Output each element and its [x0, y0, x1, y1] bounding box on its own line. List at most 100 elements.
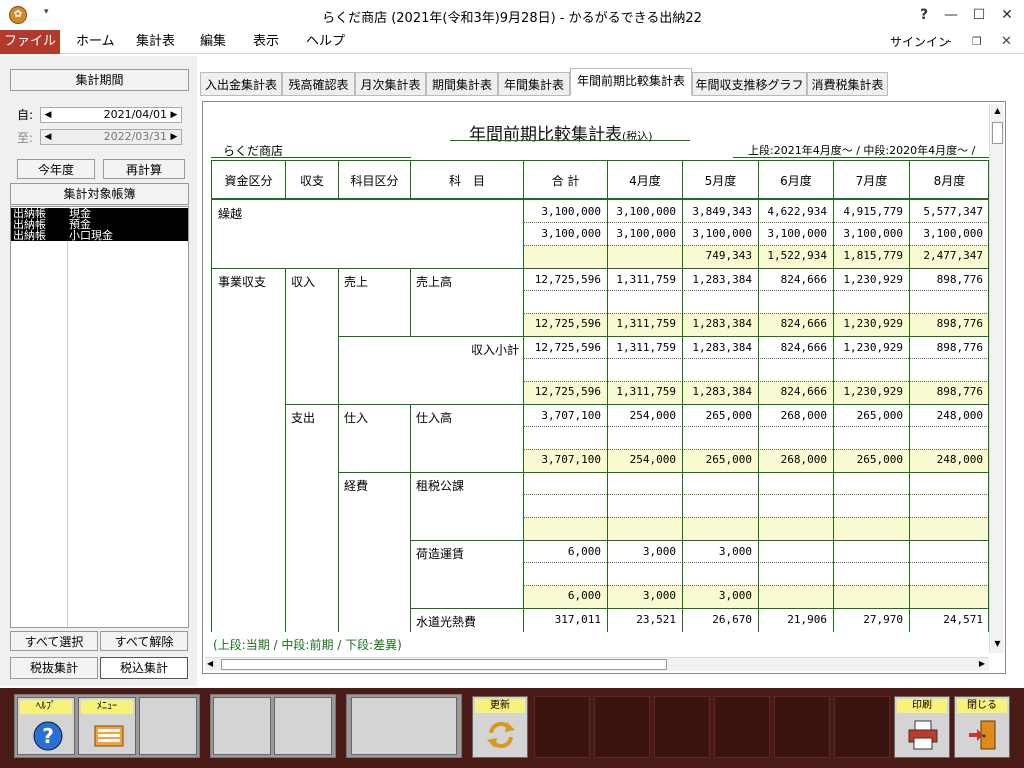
from-date-value: 2021/04/01	[103, 108, 167, 121]
table-cell: 3,100,000	[616, 205, 676, 218]
table-cell: 1,311,759	[616, 317, 676, 330]
table-cell: 1,230,929	[843, 341, 903, 354]
tab-monthly[interactable]: 月次集計表	[355, 72, 426, 96]
scroll-down-icon[interactable]: ▼	[992, 639, 1003, 651]
income-label: 収入	[291, 275, 316, 289]
printer-icon	[907, 719, 939, 751]
help-button[interactable]: ﾍﾙﾌﾟ ?	[17, 697, 75, 755]
close-button[interactable]: 閉じる	[954, 696, 1010, 758]
recalc-button[interactable]: 再計算	[103, 159, 185, 179]
menu-view[interactable]: 表示	[253, 30, 279, 54]
table-cell: 21,906	[787, 613, 827, 626]
tax-included-button[interactable]: 税込集計	[100, 657, 188, 679]
print-button[interactable]: 印刷	[894, 696, 950, 758]
table-cell: 3,707,100	[541, 409, 601, 422]
table-cell: 265,000	[705, 453, 752, 466]
empty-slot	[834, 696, 890, 758]
button-group	[346, 694, 462, 758]
header-cell: 6月度	[758, 160, 833, 200]
menu-home[interactable]: ホーム	[76, 30, 115, 54]
from-label: 自:	[17, 108, 34, 122]
select-all-button[interactable]: すべて選択	[10, 631, 98, 651]
table-cell: 1,522,934	[767, 249, 827, 262]
purchase-category-label: 仕入	[344, 411, 369, 425]
exit-door-icon	[967, 719, 999, 751]
table-cell: 3,100,000	[616, 227, 676, 240]
report-table: 資金区分 収支 科目区分 科 目 合 計 4月度 5月度 6月度 7月度 8月度…	[211, 160, 989, 632]
table-cell: 3,000	[718, 589, 752, 602]
deselect-all-button[interactable]: すべて解除	[100, 631, 188, 651]
table-cell: 248,000	[936, 409, 983, 422]
horizontal-scrollbar[interactable]: ◀ ▶	[205, 657, 989, 671]
tax-excluded-button[interactable]: 税抜集計	[10, 657, 98, 679]
table-cell: 265,000	[856, 409, 903, 422]
refresh-button[interactable]: 更新	[472, 696, 528, 758]
scroll-thumb[interactable]	[992, 122, 1003, 144]
from-date-field[interactable]: ◀ 2021/04/01 ▶	[40, 107, 182, 123]
menu-help[interactable]: ヘルプ	[306, 30, 345, 54]
close-window-icon[interactable]: ✕	[996, 4, 1018, 26]
tab-period[interactable]: 期間集計表	[426, 72, 498, 96]
table-cell: 1,283,384	[692, 385, 752, 398]
table-cell: 2,477,347	[923, 249, 983, 262]
next-arrow-icon[interactable]: ▶	[168, 108, 180, 122]
ribbon-minimize-icon[interactable]: –	[945, 30, 952, 54]
table-cell: 898,776	[936, 317, 983, 330]
empty-slot	[714, 696, 770, 758]
menu-edit[interactable]: 編集	[200, 30, 226, 54]
tab-annual[interactable]: 年間集計表	[498, 72, 570, 96]
menu-summary[interactable]: 集計表	[136, 30, 175, 54]
menu-file[interactable]: ファイル	[0, 30, 60, 54]
scroll-right-icon[interactable]: ▶	[979, 659, 985, 668]
table-cell: 26,670	[712, 613, 752, 626]
scroll-left-icon[interactable]: ◀	[207, 659, 213, 668]
header-cell: 8月度	[909, 160, 988, 200]
row-legend: (上段:当期 / 中段:前期 / 下段:差異)	[213, 638, 402, 652]
scroll-up-icon[interactable]: ▲	[992, 106, 1003, 118]
tab-consumption-tax[interactable]: 消費税集計表	[807, 72, 888, 96]
table-cell: 27,970	[863, 613, 903, 626]
help-icon[interactable]: ?	[913, 4, 935, 26]
table-cell: 265,000	[705, 409, 752, 422]
table-cell: 898,776	[936, 385, 983, 398]
table-cell: 1,230,929	[843, 317, 903, 330]
menu-bar: ファイル ホーム 集計表 編集 表示 ヘルプ サインイン – ❐ ✕	[0, 30, 1024, 54]
ledger-list	[10, 206, 189, 628]
table-cell: 4,915,779	[843, 205, 903, 218]
header-cell: 資金区分	[211, 160, 285, 200]
report-tabs: 入出金集計表 残高確認表 月次集計表 期間集計表 年間集計表 年間前期比較集計表…	[197, 66, 1024, 96]
signin-link[interactable]: サインイン	[890, 30, 950, 54]
table-cell: 824,666	[780, 273, 827, 286]
prev-arrow-icon: ◀	[44, 132, 52, 142]
ribbon-restore-icon[interactable]: ❐	[972, 30, 982, 54]
button-group: ﾍﾙﾌﾟ ? ﾒﾆｭｰ	[14, 694, 200, 758]
maximize-icon[interactable]: ☐	[968, 4, 990, 26]
expense-label: 支出	[291, 411, 316, 425]
tab-annual-graph[interactable]: 年間収支推移グラフ	[692, 72, 807, 96]
ribbon-close-icon[interactable]: ✕	[1001, 30, 1012, 54]
period-title-button[interactable]: 集計期間	[10, 69, 189, 91]
minimize-icon[interactable]: —	[940, 4, 962, 26]
list-item[interactable]: 出納帳 小口現金	[11, 230, 188, 241]
utilities-label: 水道光熱費	[416, 615, 477, 629]
table-cell: 1,311,759	[616, 273, 676, 286]
table-cell: 268,000	[780, 409, 827, 422]
table-cell: 824,666	[780, 317, 827, 330]
sales-label: 売上高	[416, 275, 453, 289]
tab-balance[interactable]: 残高確認表	[282, 72, 355, 96]
prev-arrow-icon[interactable]: ◀	[42, 108, 54, 122]
tab-annual-comparison[interactable]: 年間前期比較集計表	[570, 68, 692, 96]
this-year-button[interactable]: 今年度	[17, 159, 95, 179]
scroll-thumb[interactable]	[221, 659, 667, 670]
table-cell: 3,000	[642, 545, 676, 558]
to-date-field: ◀ 2022/03/31 ▶	[40, 129, 182, 145]
header-cell: 7月度	[833, 160, 909, 200]
vertical-scrollbar[interactable]: ▲ ▼	[989, 104, 1004, 653]
table-cell: 12,725,596	[534, 317, 601, 330]
menu-button[interactable]: ﾒﾆｭｰ	[78, 697, 136, 755]
report-area: 年間前期比較集計表(税込) らくだ商店 上段:2021年4月度～ / 中段:20…	[202, 101, 1006, 674]
table-cell: 898,776	[936, 341, 983, 354]
ledger-title-button[interactable]: 集計対象帳簿	[10, 183, 189, 205]
tab-cashflow[interactable]: 入出金集計表	[200, 72, 282, 96]
left-panel: 集計期間 自: ◀ 2021/04/01 ▶ 至: ◀ 2022/03/31 ▶…	[0, 56, 197, 686]
